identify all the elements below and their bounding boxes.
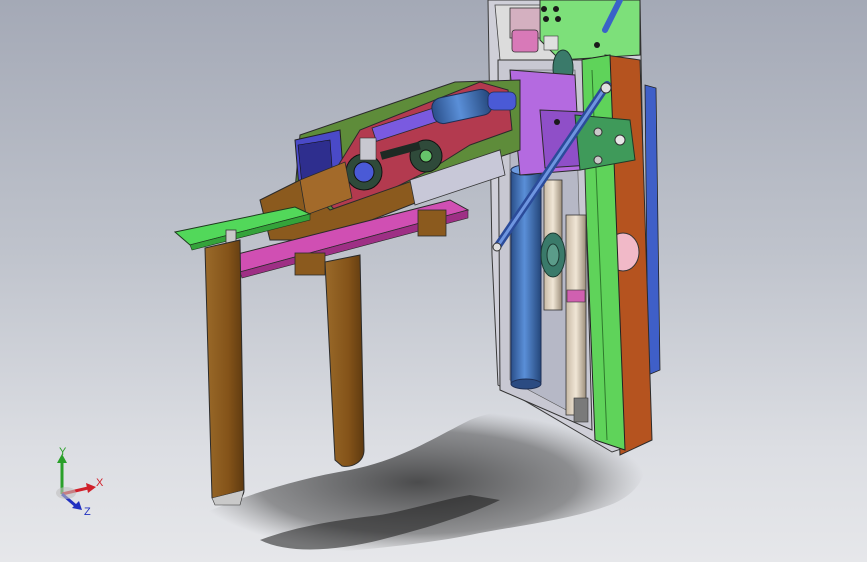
- fork-right[interactable]: [324, 254, 365, 467]
- x-axis-arrow: [86, 483, 96, 493]
- fork-left[interactable]: [204, 239, 245, 506]
- z-axis-label: Z: [84, 506, 91, 518]
- forklift-attachment-model[interactable]: [0, 0, 867, 562]
- y-axis-label: Y: [59, 446, 67, 458]
- x-axis-label: X: [96, 477, 104, 489]
- axis-triad: Y X Z: [56, 446, 104, 518]
- cad-viewport[interactable]: Y X Z: [0, 0, 867, 562]
